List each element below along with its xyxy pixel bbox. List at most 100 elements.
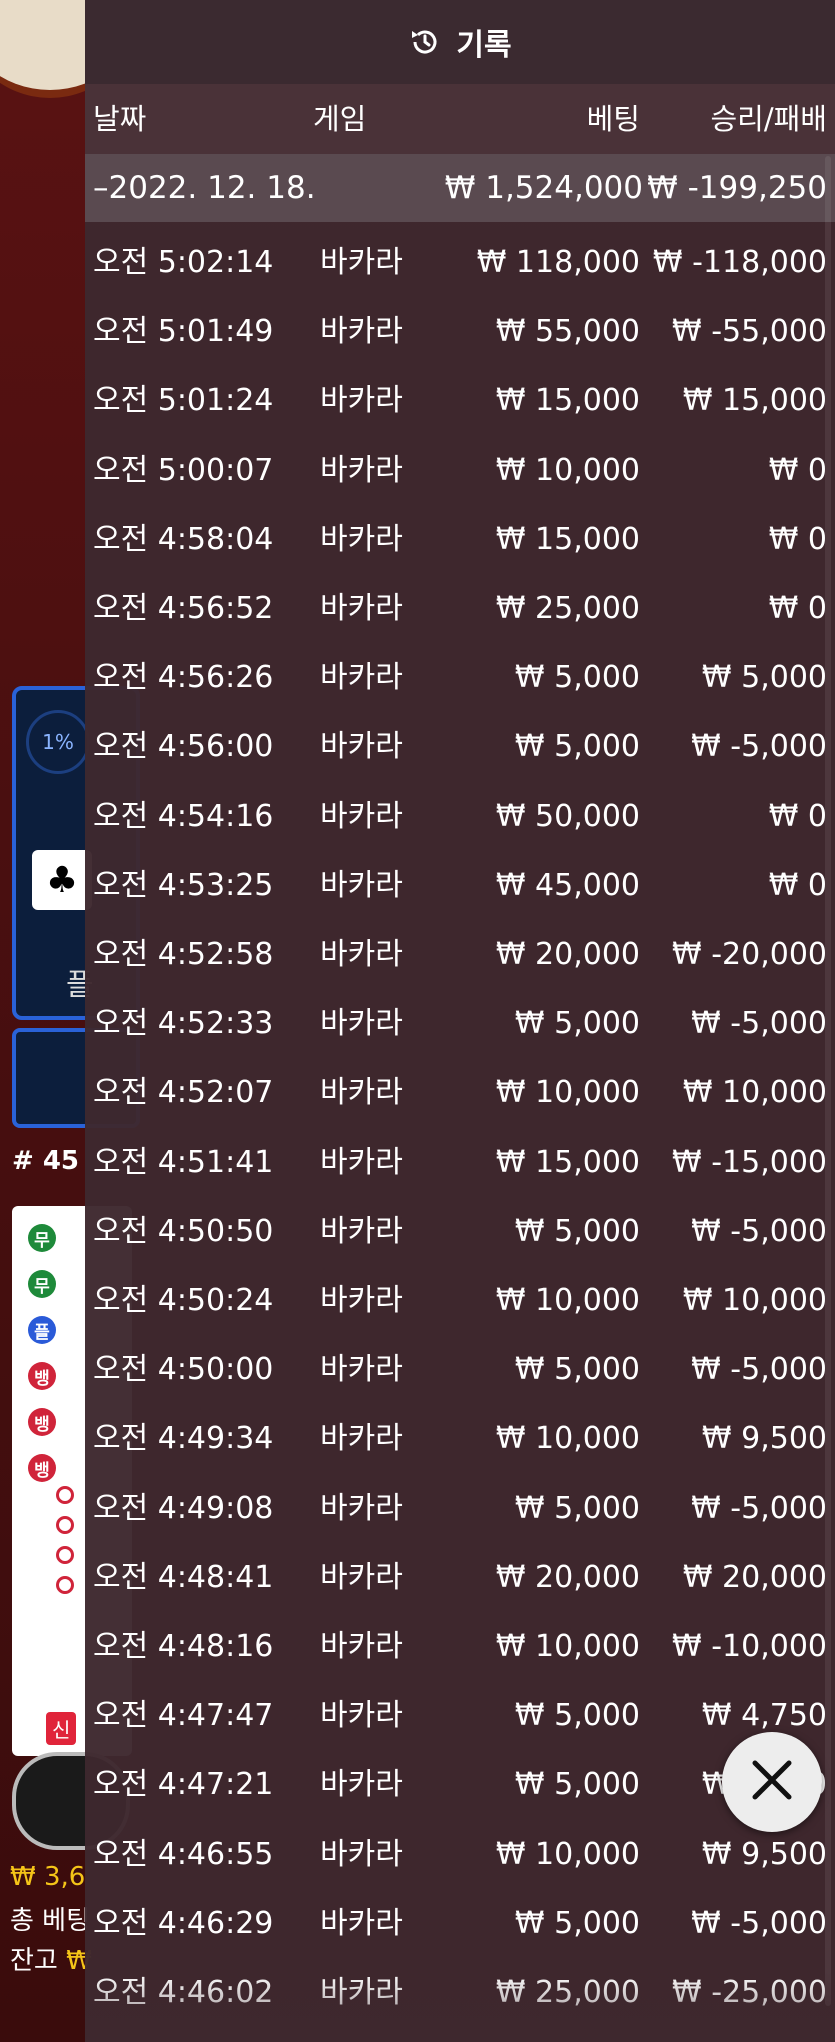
history-row[interactable]: 오전 5:02:14 바카라 ₩ 118,000 ₩ -118,000 <box>85 228 835 297</box>
row-time: 오전 4:50:00 <box>93 1352 274 1388</box>
row-bet: ₩ 5,000 <box>514 729 640 765</box>
row-game: 바카라 <box>320 1490 403 1526</box>
row-game: 바카라 <box>320 1421 403 1457</box>
row-result: ₩ -5,000 <box>691 1490 827 1526</box>
history-row[interactable]: 오전 4:50:24 바카라 ₩ 10,000 ₩ 10,000 <box>85 1266 835 1335</box>
history-row[interactable]: 오전 4:46:02 바카라 ₩ 25,000 ₩ -25,000 <box>85 1958 835 2027</box>
row-bet: ₩ 10,000 <box>495 1629 640 1664</box>
row-game: 바카라 <box>320 1075 403 1111</box>
row-result: ₩ 0 <box>768 452 827 488</box>
history-row[interactable]: 오전 4:46:55 바카라 ₩ 10,000 ₩ 9,500 <box>85 1820 835 1889</box>
big-road-marker <box>56 1516 74 1534</box>
history-row[interactable]: 오전 4:56:26 바카라 ₩ 5,000 ₩ 5,000 <box>85 643 835 712</box>
history-row[interactable]: 오전 4:58:04 바카라 ₩ 15,000 ₩ 0 <box>85 505 835 574</box>
row-game: 바카라 <box>320 1905 403 1941</box>
history-row[interactable]: 오전 5:01:24 바카라 ₩ 15,000 ₩ 15,000 <box>85 366 835 435</box>
history-row[interactable]: 오전 4:54:16 바카라 ₩ 50,000 ₩ 0 <box>85 782 835 851</box>
history-row[interactable]: 오전 5:00:07 바카라 ₩ 10,000 ₩ 0 <box>85 436 835 505</box>
row-bet: ₩ 10,000 <box>495 1421 640 1457</box>
playing-card: ♣ <box>32 850 92 910</box>
row-time: 오전 4:48:41 <box>93 1559 274 1595</box>
row-game: 바카라 <box>320 383 403 419</box>
row-result: ₩ 9,500 <box>701 1421 827 1457</box>
row-bet: ₩ 118,000 <box>476 245 640 280</box>
row-time: 오전 4:46:55 <box>93 1836 274 1872</box>
row-game: 바카라 <box>320 1144 403 1180</box>
row-time: 오전 4:46:02 <box>93 1975 274 2010</box>
history-row[interactable]: 오전 4:53:25 바카라 ₩ 45,000 ₩ 0 <box>85 851 835 920</box>
close-button[interactable] <box>722 1732 822 1832</box>
row-game: 바카라 <box>320 1352 403 1388</box>
row-time: 오전 5:02:14 <box>93 245 274 280</box>
road-marker-banker: 뱅 <box>28 1454 56 1482</box>
column-header-game: 게임 <box>313 102 367 136</box>
row-time: 오전 4:52:07 <box>93 1075 274 1111</box>
history-row[interactable]: 오전 4:52:07 바카라 ₩ 10,000 ₩ 10,000 <box>85 1058 835 1127</box>
summary-date: –2022. 12. 18. <box>93 170 316 206</box>
scrollbar[interactable] <box>825 156 831 2006</box>
history-title: 기록 <box>456 28 512 63</box>
row-game: 바카라 <box>320 937 403 972</box>
history-row[interactable]: 오전 4:56:52 바카라 ₩ 25,000 ₩ 0 <box>85 574 835 643</box>
big-road-marker <box>56 1576 74 1594</box>
history-row[interactable]: 오전 4:52:33 바카라 ₩ 5,000 ₩ -5,000 <box>85 989 835 1058</box>
row-game: 바카라 <box>320 798 403 834</box>
row-result: ₩ -15,000 <box>672 1144 827 1180</box>
row-bet: ₩ 55,000 <box>495 314 640 350</box>
row-result: ₩ 0 <box>768 798 827 834</box>
row-result: ₩ 5,000 <box>701 660 827 696</box>
row-result: ₩ -20,000 <box>672 937 827 972</box>
road-marker-player: 플 <box>28 1316 56 1344</box>
history-row[interactable]: 오전 5:01:49 바카라 ₩ 55,000 ₩ -55,000 <box>85 297 835 366</box>
close-icon <box>749 1757 795 1807</box>
row-time: 오전 4:48:16 <box>93 1629 274 1664</box>
row-result: ₩ 20,000 <box>682 1559 827 1595</box>
row-result: ₩ 0 <box>768 521 827 557</box>
history-row[interactable]: 오전 4:48:16 바카라 ₩ 10,000 ₩ -10,000 <box>85 1612 835 1681</box>
table-header: 날짜 게임 베팅 승리/패배 <box>85 84 835 154</box>
row-time: 오전 4:56:52 <box>93 591 274 626</box>
row-game: 바카라 <box>320 521 403 557</box>
column-header-bet: 베팅 <box>586 102 640 136</box>
history-row[interactable]: 오전 4:52:58 바카라 ₩ 20,000 ₩ -20,000 <box>85 920 835 989</box>
row-bet: ₩ 5,000 <box>514 1490 640 1526</box>
row-result: ₩ 0 <box>768 867 827 903</box>
history-row[interactable]: 오전 4:49:08 바카라 ₩ 5,000 ₩ -5,000 <box>85 1474 835 1543</box>
remaining-balance: 잔고 ₩ <box>10 1940 92 1977</box>
history-row[interactable]: 오전 4:49:34 바카라 ₩ 10,000 ₩ 9,500 <box>85 1404 835 1473</box>
history-row[interactable]: 오전 4:56:00 바카라 ₩ 5,000 ₩ -5,000 <box>85 712 835 781</box>
row-bet: ₩ 20,000 <box>495 937 640 972</box>
row-bet: ₩ 25,000 <box>495 591 640 626</box>
history-row[interactable]: 오전 4:47:47 바카라 ₩ 5,000 ₩ 4,750 <box>85 1681 835 1750</box>
summary-result: ₩ -199,250 <box>647 170 827 206</box>
date-summary-row[interactable]: –2022. 12. 18. ₩ 1,524,000 ₩ -199,250 <box>85 154 835 222</box>
row-game: 바카라 <box>320 245 403 280</box>
row-bet: ₩ 15,000 <box>495 383 640 419</box>
road-marker-banker: 뱅 <box>28 1362 56 1390</box>
history-row[interactable]: 오전 4:48:41 바카라 ₩ 20,000 ₩ 20,000 <box>85 1543 835 1612</box>
row-time: 오전 4:56:00 <box>93 729 274 765</box>
row-bet: ₩ 10,000 <box>495 1075 640 1111</box>
row-bet: ₩ 15,000 <box>495 1144 640 1180</box>
row-result: ₩ -118,000 <box>652 245 827 280</box>
row-game: 바카라 <box>320 729 403 765</box>
round-number: # 45 <box>12 1146 80 1176</box>
road-marker-banker: 뱅 <box>28 1408 56 1436</box>
row-result: ₩ -5,000 <box>691 1352 827 1388</box>
row-result: ₩ 10,000 <box>682 1075 827 1111</box>
history-row[interactable]: 오전 4:50:50 바카라 ₩ 5,000 ₩ -5,000 <box>85 1197 835 1266</box>
row-bet: ₩ 10,000 <box>495 452 640 488</box>
row-bet: ₩ 10,000 <box>495 1836 640 1872</box>
row-bet: ₩ 10,000 <box>495 1283 640 1318</box>
road-marker-tie: 무 <box>28 1224 56 1252</box>
total-bet-label: 총 베팅 <box>10 1906 91 1936</box>
row-time: 오전 5:00:07 <box>93 452 274 488</box>
history-row[interactable]: 오전 4:46:29 바카라 ₩ 5,000 ₩ -5,000 <box>85 1889 835 1958</box>
row-bet: ₩ 5,000 <box>514 1905 640 1941</box>
row-game: 바카라 <box>320 452 403 488</box>
history-row[interactable]: 오전 4:51:41 바카라 ₩ 15,000 ₩ -15,000 <box>85 1128 835 1197</box>
row-game: 바카라 <box>320 1975 403 2010</box>
row-bet: ₩ 25,000 <box>495 1975 640 2010</box>
row-time: 오전 5:01:24 <box>93 383 274 419</box>
history-row[interactable]: 오전 4:50:00 바카라 ₩ 5,000 ₩ -5,000 <box>85 1335 835 1404</box>
